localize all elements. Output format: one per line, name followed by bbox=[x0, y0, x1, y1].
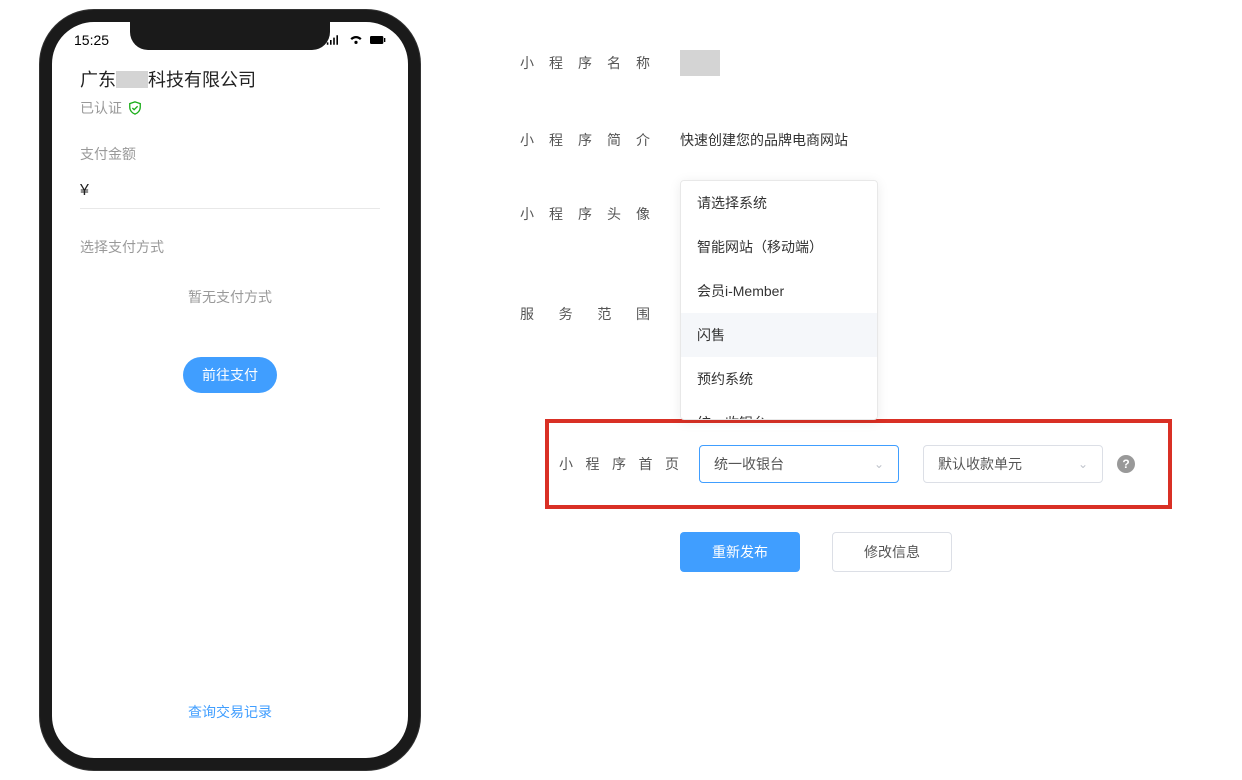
amount-input[interactable]: ¥ bbox=[80, 182, 380, 209]
label-app-intro: 小程序简介 bbox=[520, 130, 650, 150]
check-icon: ✓ bbox=[849, 415, 861, 421]
republish-button[interactable]: 重新发布 bbox=[680, 532, 800, 572]
app-intro-value: 快速创建您的品牌电商网站 bbox=[680, 130, 848, 150]
label-service-scope: 服务范围 bbox=[520, 304, 650, 324]
app-name-value bbox=[680, 50, 720, 76]
dropdown-option-smartweb[interactable]: 智能网站（移动端） bbox=[681, 225, 877, 269]
shield-icon bbox=[128, 101, 142, 115]
battery-icon bbox=[370, 34, 386, 46]
label-homepage: 小程序首页 bbox=[559, 454, 679, 474]
status-time: 15:25 bbox=[74, 32, 109, 48]
dropdown-option-flashsale[interactable]: 闪售 bbox=[681, 313, 877, 357]
dropdown-option-member[interactable]: 会员i-Member bbox=[681, 269, 877, 313]
chevron-down-icon: ⌄ bbox=[874, 457, 884, 471]
homepage-unit-select[interactable]: 默认收款单元 ⌄ bbox=[923, 445, 1103, 483]
help-icon[interactable]: ? bbox=[1117, 455, 1135, 473]
dropdown-option-cashier[interactable]: 统一收银台✓ bbox=[681, 401, 877, 420]
modify-info-button[interactable]: 修改信息 bbox=[832, 532, 952, 572]
censored-text bbox=[116, 71, 148, 88]
verified-badge: 已认证 bbox=[80, 98, 380, 118]
amount-label: 支付金额 bbox=[80, 144, 380, 164]
phone-mockup: 15:25 广东科技有限公司 已认证 支付金额 ¥ 选择支付方式 暂无支付方式 … bbox=[40, 10, 420, 770]
system-dropdown-menu[interactable]: 请选择系统 智能网站（移动端） 会员i-Member 闪售 预约系统 统一收银台… bbox=[680, 180, 878, 420]
label-app-avatar: 小程序头像 bbox=[520, 204, 650, 224]
homepage-row-highlighted: 小程序首页 统一收银台 ⌄ 默认收款单元 ⌄ ? bbox=[545, 419, 1172, 509]
query-transactions-link[interactable]: 查询交易记录 bbox=[52, 702, 408, 722]
label-app-name: 小程序名称 bbox=[520, 53, 650, 73]
phone-notch bbox=[130, 22, 330, 50]
method-label: 选择支付方式 bbox=[80, 237, 380, 257]
form-panel: 小程序名称 小程序简介 快速创建您的品牌电商网站 小程序头像 服务范围 请选择系… bbox=[520, 10, 1202, 378]
company-name: 广东科技有限公司 bbox=[80, 66, 380, 92]
wifi-icon bbox=[348, 34, 364, 46]
dropdown-option-placeholder[interactable]: 请选择系统 bbox=[681, 181, 877, 225]
chevron-down-icon: ⌄ bbox=[1078, 457, 1088, 471]
pay-button[interactable]: 前往支付 bbox=[183, 357, 277, 393]
no-payment-method: 暂无支付方式 bbox=[80, 287, 380, 307]
dropdown-option-booking[interactable]: 预约系统 bbox=[681, 357, 877, 401]
homepage-system-select[interactable]: 统一收银台 ⌄ bbox=[699, 445, 899, 483]
